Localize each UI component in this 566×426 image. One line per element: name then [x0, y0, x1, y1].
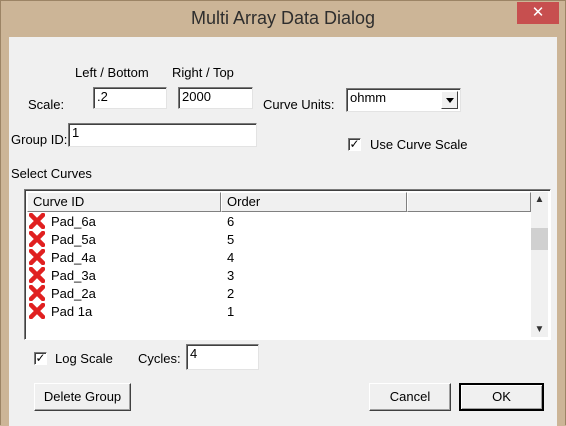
- curve-units-dropdown-button[interactable]: [441, 91, 458, 109]
- curve-id-cell: Pad_3a: [51, 268, 96, 283]
- cycles-input[interactable]: 4: [186, 344, 259, 370]
- order-cell: 2: [227, 286, 235, 301]
- list-vertical-scrollbar[interactable]: ▲ ▼: [531, 192, 548, 337]
- group-id-input[interactable]: 1: [68, 123, 257, 147]
- curve-id-cell: Pad_4a: [51, 250, 96, 265]
- red-x-curve-icon: [29, 285, 45, 301]
- curve-units-label: Curve Units:: [263, 97, 335, 112]
- use-curve-scale-checkbox[interactable]: ✓: [348, 138, 361, 151]
- curve-id-cell: Pad_5a: [51, 232, 96, 247]
- curve-id-cell: Pad_6a: [51, 214, 96, 229]
- cycles-label: Cycles:: [138, 351, 181, 366]
- curve-units-select[interactable]: ohmm: [346, 88, 461, 112]
- dialog-window: Multi Array Data Dialog ✕ Left / Bottom …: [0, 0, 566, 426]
- curve-units-value: ohmm: [350, 90, 387, 105]
- chevron-down-icon: [446, 98, 454, 103]
- scrollbar-thumb[interactable]: [531, 228, 548, 250]
- use-curve-scale-label: Use Curve Scale: [370, 137, 468, 152]
- scroll-up-icon[interactable]: ▲: [534, 194, 545, 205]
- order-cell: 1: [227, 304, 235, 319]
- order-cell: 5: [227, 232, 235, 247]
- curve-id-cell: Pad 1a: [51, 304, 93, 319]
- cancel-button[interactable]: Cancel: [369, 383, 451, 411]
- list-item[interactable]: Pad 1a 1: [27, 303, 527, 320]
- red-x-curve-icon: [29, 267, 45, 283]
- column-header-order[interactable]: Order: [221, 192, 407, 212]
- scale-left-input[interactable]: .2: [93, 87, 167, 109]
- left-bottom-label: Left / Bottom: [75, 65, 149, 80]
- curves-list[interactable]: Curve ID Order Pad_6a 6 Pad_5a 5 Pad_4a …: [24, 189, 551, 340]
- select-curves-label: Select Curves: [11, 166, 92, 181]
- scale-right-input[interactable]: 2000: [178, 87, 253, 109]
- window-frame-right: [557, 37, 565, 426]
- red-x-curve-icon: [29, 213, 45, 229]
- list-item[interactable]: Pad_4a 4: [27, 249, 527, 266]
- curve-id-cell: Pad_2a: [51, 286, 96, 301]
- red-x-curve-icon: [29, 249, 45, 265]
- ok-button[interactable]: OK: [459, 383, 544, 411]
- order-cell: 3: [227, 268, 235, 283]
- log-scale-checkbox[interactable]: ✓: [34, 352, 47, 365]
- scale-label: Scale:: [28, 97, 65, 112]
- list-item[interactable]: Pad_5a 5: [27, 231, 527, 248]
- delete-group-button[interactable]: Delete Group: [34, 383, 131, 411]
- list-item[interactable]: Pad_3a 3: [27, 267, 527, 284]
- scroll-down-icon[interactable]: ▼: [534, 324, 545, 335]
- red-x-curve-icon: [29, 231, 45, 247]
- column-header-curve-id[interactable]: Curve ID: [27, 192, 221, 212]
- list-item[interactable]: Pad_6a 6: [27, 213, 527, 230]
- title-bar[interactable]: Multi Array Data Dialog ✕: [1, 1, 565, 37]
- order-cell: 6: [227, 214, 235, 229]
- list-item[interactable]: Pad_2a 2: [27, 285, 527, 302]
- window-frame-left: [1, 37, 9, 426]
- order-cell: 4: [227, 250, 235, 265]
- window-title: Multi Array Data Dialog: [190, 8, 376, 28]
- red-x-curve-icon: [29, 303, 45, 319]
- close-button[interactable]: ✕: [517, 2, 559, 24]
- log-scale-label: Log Scale: [55, 351, 113, 366]
- column-header-empty: [407, 192, 531, 212]
- group-id-label: Group ID:: [11, 132, 68, 147]
- right-top-label: Right / Top: [172, 65, 234, 80]
